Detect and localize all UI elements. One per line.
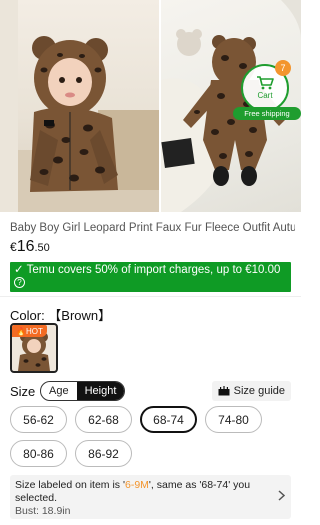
promo-text: ✓ Temu covers 50% of import charges, up … — [14, 264, 281, 276]
import-charges-promo-banner[interactable]: ✓ Temu covers 50% of import charges, up … — [10, 262, 291, 292]
size-option-86-92[interactable]: 86-92 — [75, 440, 132, 467]
size-info-box[interactable]: Size labeled on item is '6-9M', same as … — [10, 475, 291, 519]
color-swatch-brown[interactable]: 🔥HOT — [10, 323, 58, 373]
product-photo-flat[interactable]: Cart 7 Free shipping — [161, 0, 301, 212]
toggle-age[interactable]: Age — [41, 382, 77, 400]
toggle-height[interactable]: Height — [76, 382, 125, 400]
product-title[interactable]: Baby Boy Girl Leopard Print Faux Fur Fle… — [10, 222, 295, 234]
product-price: €16.50 — [10, 238, 50, 256]
product-photo-main[interactable] — [0, 0, 159, 212]
size-label: Size — [10, 384, 36, 399]
cart-count-badge: 7 — [275, 60, 291, 76]
hot-badge: 🔥HOT — [12, 325, 47, 337]
size-option-62-68[interactable]: 62-68 — [75, 406, 132, 433]
size-info-highlight: 6-9M — [124, 479, 149, 491]
free-shipping-badge: Free shipping — [233, 107, 301, 120]
question-icon[interactable]: ? — [14, 277, 25, 289]
size-info-text: Size labeled on item is '6-9M', same as … — [15, 479, 286, 505]
chevron-right-icon — [278, 490, 285, 501]
section-divider — [0, 296, 301, 297]
size-unit-toggle[interactable]: Age Height — [40, 381, 126, 401]
bust-measurement: Bust: 18.9in — [15, 505, 71, 517]
size-option-80-86[interactable]: 80-86 — [10, 440, 67, 467]
size-option-68-74[interactable]: 68-74 — [140, 406, 197, 433]
color-label: Color: 【Brown】 — [10, 308, 112, 323]
size-option-74-80[interactable]: 74-80 — [205, 406, 262, 433]
floating-cart-button[interactable]: Cart 7 Free shipping — [233, 60, 301, 120]
price-whole: 16 — [16, 238, 35, 255]
size-option-56-62[interactable]: 56-62 — [10, 406, 67, 433]
price-currency: € — [10, 240, 17, 254]
size-info-prefix: Size labeled on item is ' — [15, 479, 125, 491]
cart-label: Cart — [257, 91, 273, 100]
price-cents: .50 — [34, 242, 50, 254]
size-guide-button[interactable]: Size guide — [211, 381, 291, 401]
baby-in-leopard-photo — [0, 0, 159, 212]
product-gallery[interactable]: Cart 7 Free shipping — [0, 0, 301, 212]
cart-icon — [257, 76, 274, 90]
ruler-icon — [218, 386, 230, 396]
size-guide-label: Size guide — [233, 385, 285, 397]
